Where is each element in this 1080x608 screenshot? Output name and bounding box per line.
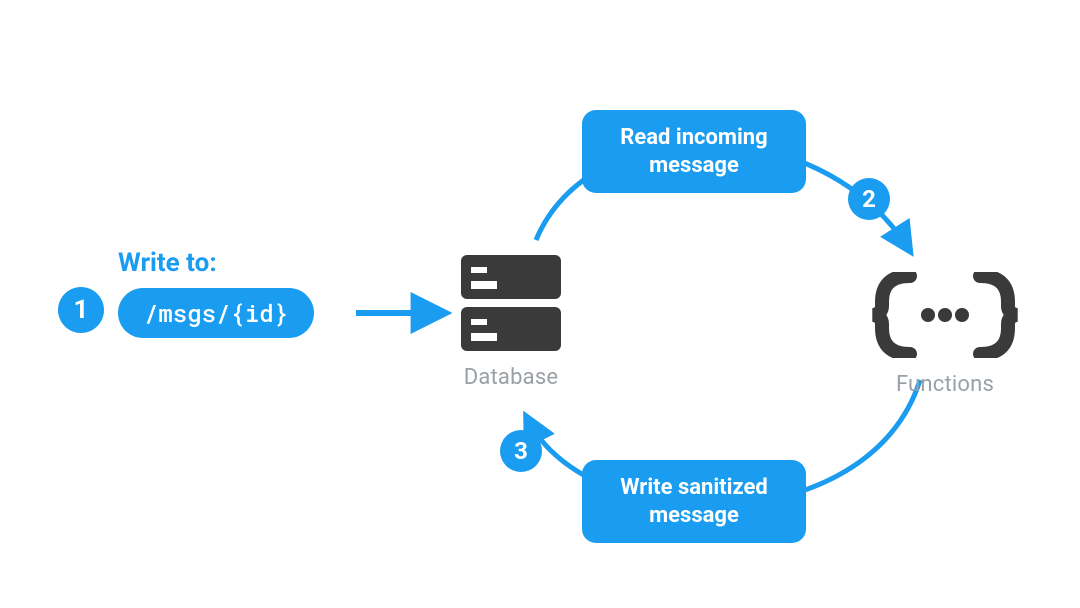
functions-label: Functions bbox=[870, 372, 1020, 397]
database-icon bbox=[457, 255, 565, 355]
functions-icon bbox=[870, 272, 1020, 358]
step-box-sanitize: Write sanitizedmessage bbox=[582, 460, 806, 543]
step-badge-3: 3 bbox=[500, 430, 542, 472]
write-to-label: Write to: bbox=[118, 248, 217, 278]
step-box-read: Read incomingmessage bbox=[582, 110, 806, 193]
step-badge-1: 1 bbox=[58, 287, 104, 333]
database-label: Database bbox=[455, 365, 567, 390]
diagram-canvas: 1 2 3 Write to: /msgs/{id} Read incoming… bbox=[0, 0, 1080, 608]
database-block: Database bbox=[455, 255, 567, 390]
step-badge-2: 2 bbox=[848, 178, 890, 220]
path-pill: /msgs/{id} bbox=[118, 288, 314, 338]
functions-block: Functions bbox=[870, 272, 1020, 397]
